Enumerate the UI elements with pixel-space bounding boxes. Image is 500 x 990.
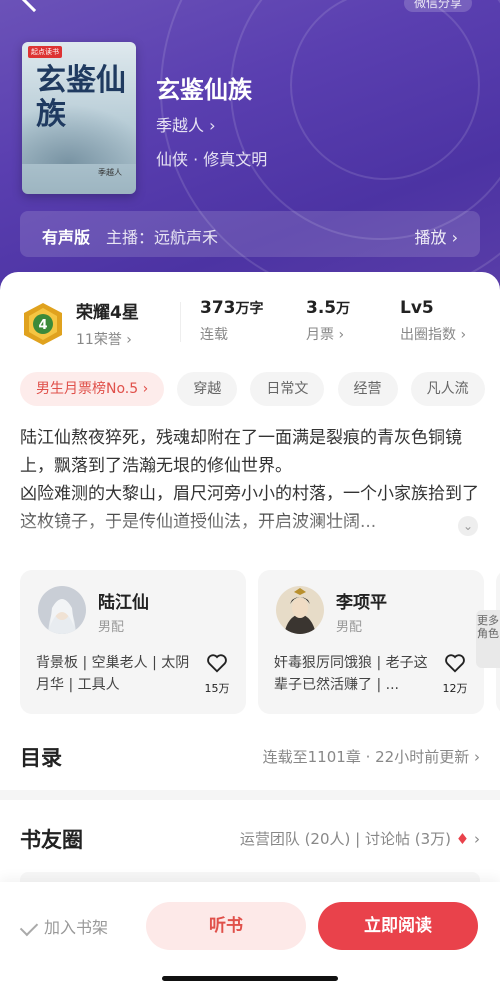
circle-index-stat[interactable]: Lv5 出圈指数 ›	[400, 298, 466, 344]
section-divider	[0, 790, 500, 800]
character-avatar	[276, 586, 324, 634]
character-desc: 奸毒狠厉同饿狼 | 老子这辈子已然活赚了 | ...	[274, 655, 428, 693]
cover-author-art: 季越人	[98, 168, 122, 177]
character-role: 男配	[336, 620, 363, 635]
cover-publisher-badge: 起点读书	[28, 46, 62, 58]
rank-chip[interactable]: 男生月票榜No.5 ›	[20, 372, 165, 406]
reader-circle-meta: 运营团队 (20人) | 讨论帖 (3万) ♦ ›	[239, 830, 480, 848]
bottom-action-bar: 加入书架 听书 立即阅读	[0, 882, 500, 990]
author-link[interactable]: 季越人 ›	[156, 112, 216, 136]
character-card[interactable]: 李项平 男配 奸毒狠厉同饿狼 | 老子这辈子已然活赚了 | ... 12万	[258, 570, 484, 714]
circle-index-value: Lv5	[400, 298, 434, 318]
character-name: 李项平	[336, 593, 387, 613]
tag-chip[interactable]: 经营	[337, 372, 398, 406]
character-name: 陆江仙	[98, 593, 149, 613]
like-count: 15万	[204, 682, 230, 695]
honor-star-badge-icon: 4	[24, 303, 62, 345]
more-roles-tab[interactable]: 更多角色	[476, 610, 500, 668]
character-desc: 背景板 | 空巢老人 | 太阴月华 | 工具人	[36, 655, 190, 693]
home-indicator	[162, 976, 338, 981]
svg-text:4: 4	[38, 318, 47, 333]
back-arrow-icon[interactable]	[19, 0, 49, 13]
stats-divider	[180, 302, 181, 342]
ticket-label: 月票 ›	[306, 327, 345, 343]
cover-title-art: 玄鉴仙族	[36, 63, 126, 132]
word-count-unit: 万字	[235, 301, 264, 317]
character-role: 男配	[98, 620, 125, 635]
character-avatar	[38, 586, 86, 634]
audio-version-bar[interactable]: 有声版 主播：远航声禾 播放 ›	[20, 211, 480, 257]
audio-host: 主播：远航声禾	[106, 228, 219, 247]
chevron-right-icon: ›	[209, 116, 216, 135]
reader-circle-title: 书友圈	[20, 828, 83, 852]
author-name: 季越人	[156, 116, 205, 135]
honor-stat[interactable]: 荣耀4星 11荣誉 ›	[76, 298, 139, 349]
reader-circle-section[interactable]: 书友圈 运营团队 (20人) | 讨论帖 (3万) ♦ ›	[20, 824, 480, 854]
catalog-section[interactable]: 目录 连载至1101章 · 22小时前更新 ›	[20, 742, 480, 772]
ticket-value: 3.5	[306, 298, 337, 318]
share-button[interactable]: 微信分享	[403, 0, 472, 12]
catalog-title: 目录	[20, 746, 62, 770]
book-header: 微信分享 起点读书 玄鉴仙族 季越人 玄鉴仙族 季越人 › 仙侠 · 修真文明 …	[0, 0, 500, 300]
check-icon	[19, 917, 39, 937]
listen-button[interactable]: 听书	[146, 902, 306, 950]
character-card[interactable]: 陆江仙 男配 背景板 | 空巢老人 | 太阴月华 | 工具人 15万	[20, 570, 246, 714]
like-count: 12万	[442, 682, 468, 695]
circle-index-label: 出圈指数 ›	[400, 327, 467, 343]
heart-icon[interactable]	[206, 652, 228, 674]
expand-chevron-icon[interactable]: ⌄	[458, 516, 478, 536]
tag-chips: 男生月票榜No.5 › 穿越 日常文 经营 凡人流	[20, 372, 500, 408]
tag-chip[interactable]: 穿越	[177, 372, 238, 406]
ticket-unit: 万	[336, 301, 351, 317]
synopsis-paragraph: 凶险难测的大黎山，眉尺河旁小小的村落，一个小家族拾到了这枚镜子，于是传仙道授仙法…	[20, 484, 479, 532]
tag-chip[interactable]: 凡人流	[410, 372, 485, 406]
catalog-meta: 连载至1101章 · 22小时前更新 ›	[262, 748, 480, 766]
word-count-label: 连载	[200, 327, 228, 343]
book-cover[interactable]: 起点读书 玄鉴仙族 季越人	[22, 42, 136, 194]
genre-line: 仙侠 · 修真文明	[156, 150, 268, 169]
tag-chip[interactable]: 日常文	[250, 372, 325, 406]
audio-play-button[interactable]: 播放 ›	[415, 224, 459, 248]
honor-title: 荣耀4星	[76, 303, 139, 323]
word-count-value: 373	[200, 298, 236, 318]
synopsis-paragraph: 陆江仙熬夜猝死，残魂却附在了一面满是裂痕的青灰色铜镜上，飘落到了浩瀚无垠的修仙世…	[20, 428, 462, 476]
synopsis[interactable]: 陆江仙熬夜猝死，残魂却附在了一面满是裂痕的青灰色铜镜上，飘落到了浩瀚无垠的修仙世…	[20, 424, 480, 536]
add-to-shelf-button[interactable]: 加入书架	[19, 914, 108, 938]
heart-icon[interactable]	[444, 652, 466, 674]
word-count-stat: 373万字 连载	[200, 298, 264, 344]
book-title: 玄鉴仙族	[156, 76, 252, 104]
monthly-ticket-stat[interactable]: 3.5万 月票 ›	[306, 298, 350, 344]
honor-sub: 11荣誉 ›	[76, 332, 132, 348]
read-now-button[interactable]: 立即阅读	[318, 902, 478, 950]
character-carousel: 陆江仙 男配 背景板 | 空巢老人 | 太阴月华 | 工具人 15万 李项平 男…	[20, 570, 500, 714]
audio-label: 有声版	[42, 228, 91, 247]
flame-icon: ♦	[455, 830, 470, 848]
